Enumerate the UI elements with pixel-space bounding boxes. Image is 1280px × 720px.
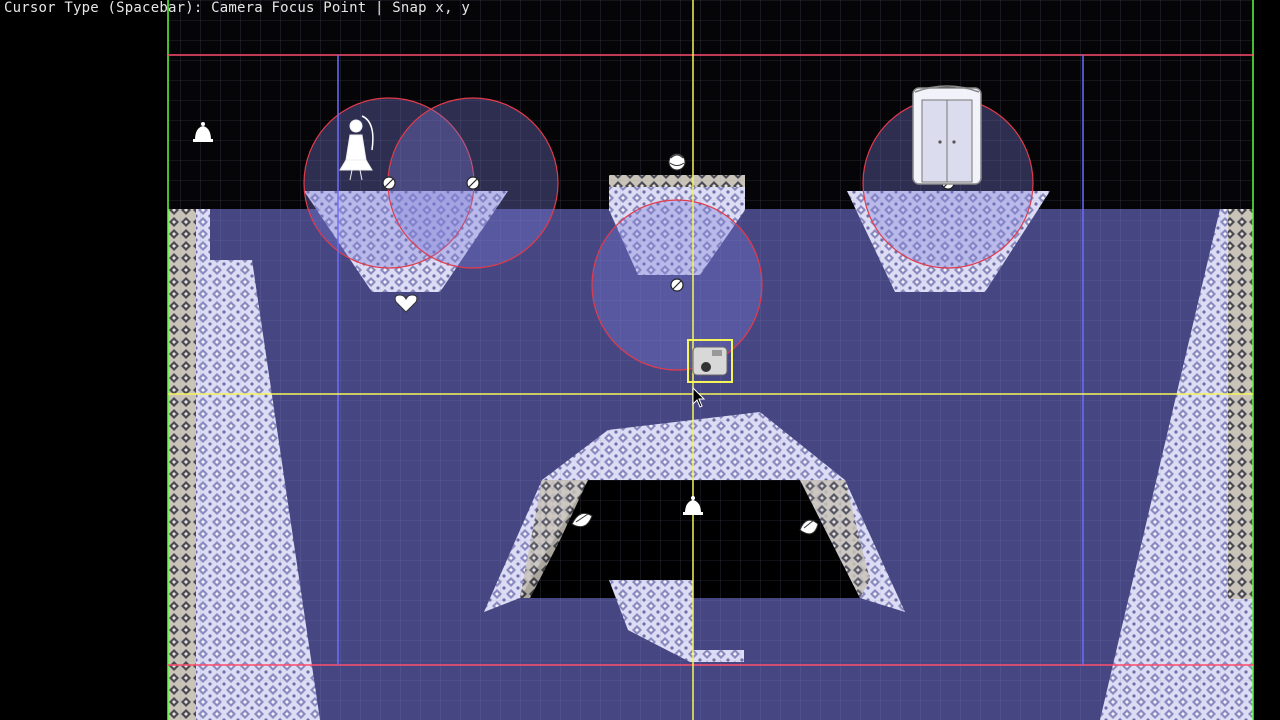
status-text: Cursor Type (Spacebar): Camera Focus Poi… [4,0,470,16]
door-icon[interactable] [912,85,982,185]
status-bar: Cursor Type (Spacebar): Camera Focus Poi… [4,0,470,16]
level-canvas[interactable] [0,0,1280,720]
flower-icon[interactable] [668,153,686,171]
